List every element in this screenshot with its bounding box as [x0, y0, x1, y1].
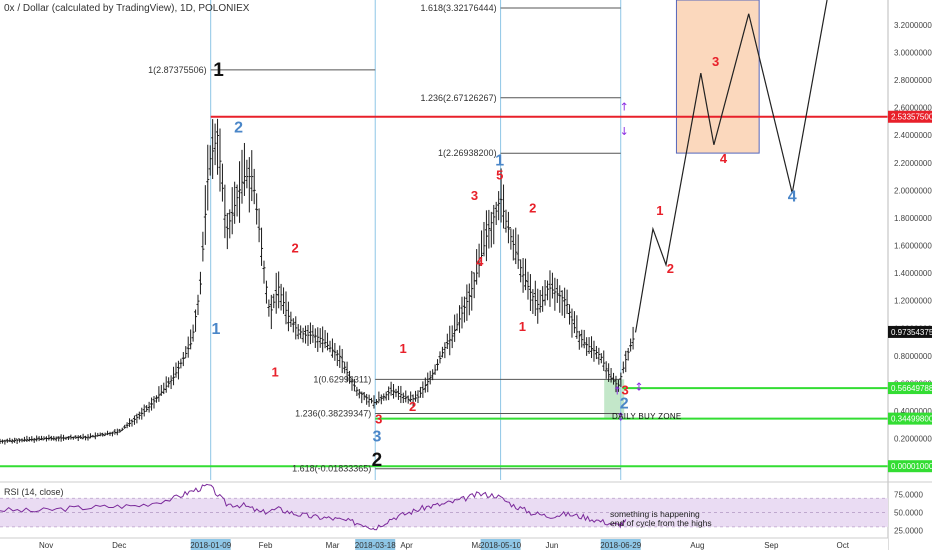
wave-label-11: 4: [476, 254, 484, 269]
price-tick-6: 2.00000000: [894, 186, 932, 195]
time-label-1: Dec: [112, 541, 126, 550]
wave-label-4: 1: [271, 365, 278, 380]
price-tick-1: 3.00000000: [894, 48, 932, 57]
wave-label-6: 3: [373, 428, 382, 445]
fib-label-1: 1.618(3.32176444): [421, 3, 497, 13]
wave-label-15: 1: [519, 319, 526, 334]
fib-label-2: 1.236(2.67126267): [421, 93, 497, 103]
fib-label-0: 1(2.87375506): [148, 65, 207, 75]
price-tick-8: 1.60000000: [894, 242, 932, 251]
rsi-tick-1: 50.0000: [894, 509, 923, 518]
wave-label-20: 3: [712, 54, 719, 69]
arrow-marker-4: ↑: [613, 384, 622, 397]
chart-svg: 1(2.87375506) 1.618(3.32176444) 1.236(2.67…: [0, 0, 932, 550]
wave-label-0: 1: [213, 60, 224, 81]
time-label-3: Feb: [259, 541, 273, 550]
price-tick-5: 2.20000000: [894, 159, 932, 168]
price-tag-2: 0.56649788: [891, 384, 932, 393]
rsi-note: something is happening end of cycle from…: [610, 510, 712, 528]
wave-label-2: 1: [211, 321, 220, 338]
price-tick-4: 2.40000000: [894, 131, 932, 140]
arrow-marker-0: ↑: [620, 100, 629, 113]
price-tag-0: 2.53357500: [891, 113, 932, 122]
wave-label-8: 1: [399, 341, 406, 356]
rsi-tick-2: 25.0000: [894, 526, 923, 535]
price-tick-15: 0.20000000: [894, 435, 932, 444]
time-label-8: 2018-05-10: [480, 541, 521, 550]
wave-label-19: 2: [667, 261, 674, 276]
time-label-9: Jun: [545, 541, 558, 550]
wave-label-18: 1: [656, 203, 663, 218]
wave-label-12: 5: [496, 167, 503, 182]
chart-title: 0x / Dollar (calculated by TradingView),…: [4, 3, 250, 14]
time-label-13: Oct: [837, 541, 850, 550]
time-label-4: Mar: [326, 541, 340, 550]
wave-label-13: 1: [495, 153, 504, 170]
price-tick-12: 0.80000000: [894, 352, 932, 361]
time-label-11: Aug: [690, 541, 704, 550]
buy-zone-label: DAILY BUY ZONE: [612, 412, 682, 421]
wave-label-7: 2: [372, 450, 383, 471]
chart-area: 1(2.87375506) 1.618(3.32176444) 1.236(2.67…: [0, 0, 932, 550]
time-label-0: Nov: [39, 541, 53, 550]
price-tick-2: 2.80000000: [894, 76, 932, 85]
wave-label-3: 2: [292, 240, 299, 255]
time-label-12: Sep: [764, 541, 779, 550]
fib-label-3: 1(2.26938200): [438, 148, 497, 158]
price-tag-1: 0.97354375: [891, 328, 932, 337]
rsi-title: RSI (14, close): [4, 487, 64, 497]
wave-label-22: 4: [788, 188, 797, 205]
time-axis-bg: [0, 538, 888, 550]
time-label-5: 2018-03-18: [355, 541, 396, 550]
wave-label-1: 2: [234, 119, 243, 136]
price-tick-7: 1.80000000: [894, 214, 932, 223]
wave-label-9: 2: [409, 399, 416, 414]
arrow-marker-2: ↕: [634, 380, 643, 393]
wave-label-10: 3: [471, 188, 478, 203]
price-tag-3: 0.34499800: [891, 415, 932, 424]
time-label-10: 2018-06-29: [600, 541, 641, 550]
price-tag-4: 0.00001000: [891, 462, 932, 471]
arrow-marker-1: ↓: [620, 125, 629, 138]
time-label-6: Apr: [400, 541, 413, 550]
wave-label-14: 2: [529, 200, 536, 215]
rsi-note-line-2: end of cycle from the highs: [610, 518, 712, 528]
price-tick-10: 1.20000000: [894, 297, 932, 306]
price-tick-0: 3.20000000: [894, 21, 932, 30]
fib-label-5: 1.236(0.38239347): [295, 408, 371, 418]
rsi-tick-0: 75.0000: [894, 491, 923, 500]
price-tick-9: 1.40000000: [894, 269, 932, 278]
fib-label-6: 1.618(-0.01833365): [292, 464, 371, 474]
wave-label-5: 3: [375, 411, 382, 426]
time-label-2: 2018-01-09: [190, 541, 231, 550]
fib-label-4: 1(0.62996311): [313, 374, 371, 384]
wave-label-21: 4: [720, 151, 728, 166]
